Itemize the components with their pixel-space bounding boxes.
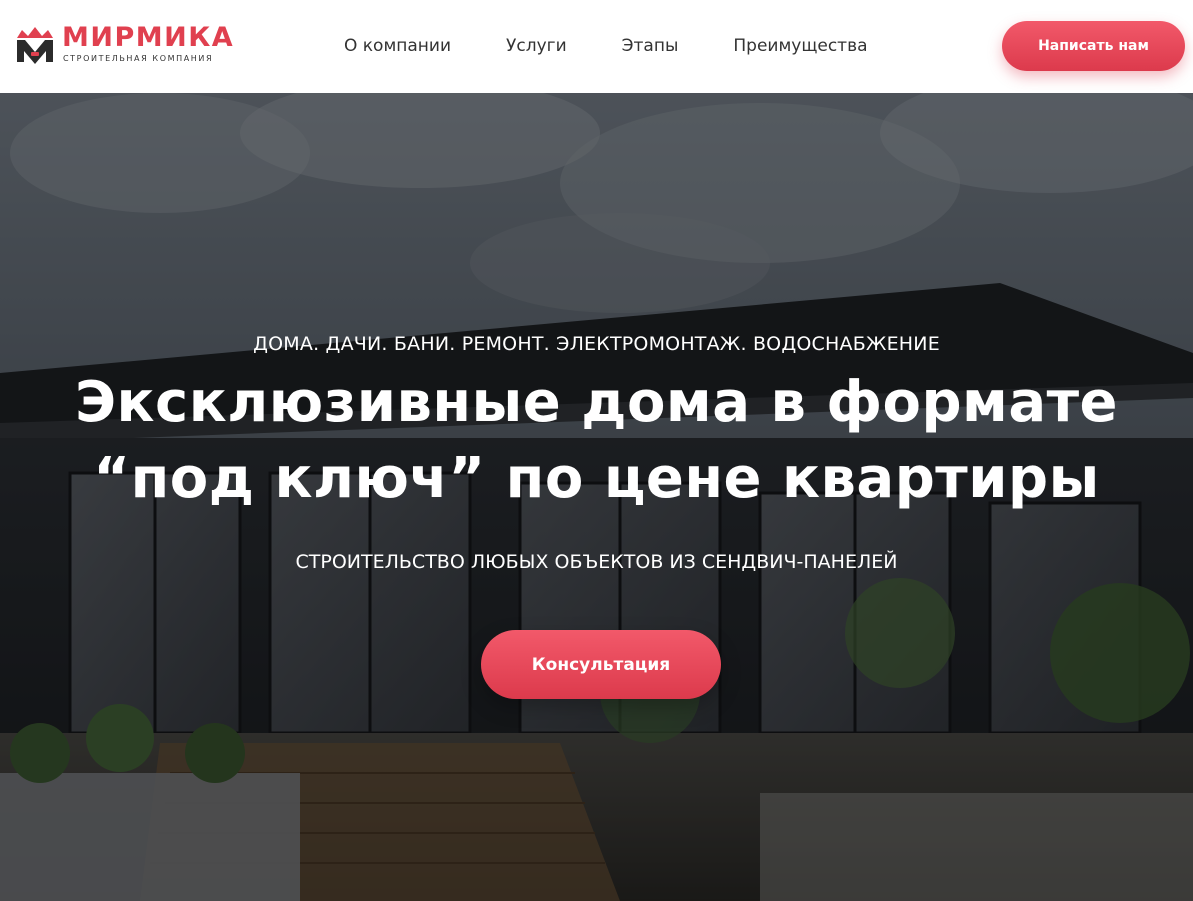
crown-m-logo-icon — [17, 27, 53, 64]
hero-section: ДОМА. ДАЧИ. БАНИ. РЕМОНТ. ЭЛЕКТРОМОНТАЖ.… — [0, 93, 1193, 901]
consultation-button[interactable]: Консультация — [481, 630, 721, 699]
brand-name: МИРМИКА — [62, 22, 235, 53]
hero-title-line-1: Эксклюзивные дома в формате — [74, 370, 1119, 435]
brand-logo[interactable]: МИРМИКА СТРОИТЕЛЬНАЯ КОМПАНИЯ — [14, 22, 244, 68]
site-header: МИРМИКА СТРОИТЕЛЬНАЯ КОМПАНИЯ О компании… — [0, 0, 1193, 93]
brand-tagline: СТРОИТЕЛЬНАЯ КОМПАНИЯ — [63, 54, 214, 63]
hero-kicker: ДОМА. ДАЧИ. БАНИ. РЕМОНТ. ЭЛЕКТРОМОНТАЖ.… — [253, 333, 940, 355]
nav-item-about[interactable]: О компании — [344, 34, 451, 58]
hero-title-line-2: “под ключ” по цене квартиры — [93, 446, 1100, 511]
hero-title: Эксклюзивные дома в формате “под ключ” п… — [0, 365, 1193, 517]
main-nav: О компании Услуги Этапы Преимущества — [344, 34, 868, 58]
nav-item-advantages[interactable]: Преимущества — [733, 34, 867, 58]
nav-item-stages[interactable]: Этапы — [622, 34, 679, 58]
hero-subtitle: СТРОИТЕЛЬСТВО ЛЮБЫХ ОБЪЕКТОВ ИЗ СЕНДВИЧ-… — [295, 551, 898, 573]
nav-item-services[interactable]: Услуги — [506, 34, 567, 58]
write-us-button[interactable]: Написать нам — [1002, 21, 1185, 71]
